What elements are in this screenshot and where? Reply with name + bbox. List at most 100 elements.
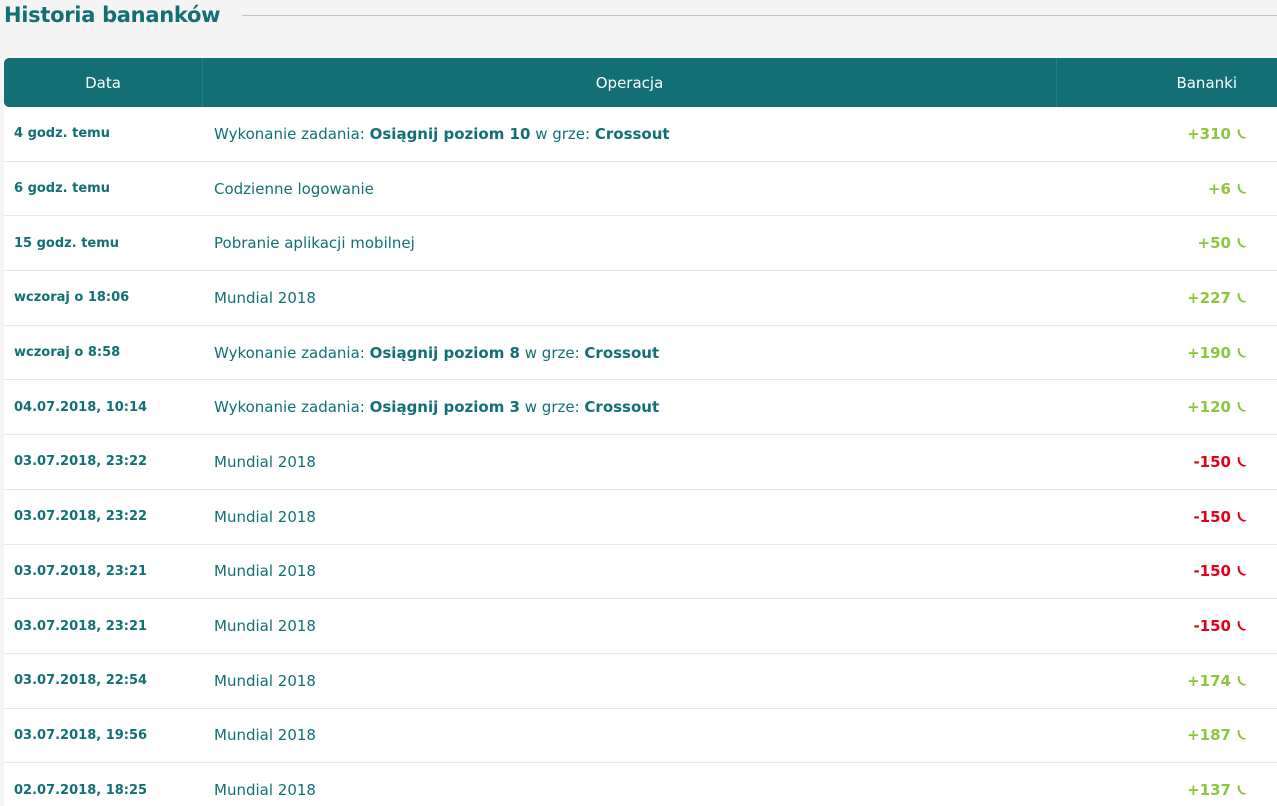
row-amount: +227 <box>1057 289 1277 307</box>
column-header-operation: Operacja <box>202 58 1057 107</box>
row-date: 03.07.2018, 23:21 <box>14 563 148 579</box>
table-row: 03.07.2018, 22:54 Mundial 2018 +174 <box>4 654 1277 709</box>
row-amount: +6 <box>1057 180 1277 198</box>
table-row: 04.07.2018, 10:14 Wykonanie zadania: Osią… <box>4 380 1277 436</box>
banana-icon <box>1237 238 1247 248</box>
row-amount: +174 <box>1057 672 1277 690</box>
row-operation: Mundial 2018 <box>202 453 1057 471</box>
row-operation: Codzienne logowanie <box>202 180 1057 198</box>
operation-text: Mundial 2018 <box>214 452 316 471</box>
row-operation: Wykonanie zadania: Osiągnij poziom 3 w g… <box>202 398 1057 416</box>
page: Historia bananków Data Operacja Bananki … <box>0 0 1277 806</box>
row-operation: Mundial 2018 <box>202 562 1057 580</box>
amount-value: -150 <box>1193 452 1231 471</box>
table-row: 03.07.2018, 23:21 Mundial 2018 -150 <box>4 599 1277 654</box>
game-name: Crossout <box>584 398 660 417</box>
operation-text: Mundial 2018 <box>214 671 316 690</box>
row-date: 03.07.2018, 22:54 <box>14 673 148 689</box>
operation-text: Mundial 2018 <box>214 781 316 800</box>
row-amount: +137 <box>1057 781 1277 799</box>
row-operation: Wykonanie zadania: Osiągnij poziom 8 w g… <box>202 344 1057 362</box>
amount-value: +227 <box>1187 288 1231 307</box>
row-date: 6 godz. temu <box>14 181 110 197</box>
banana-icon <box>1237 402 1247 412</box>
row-amount: -150 <box>1057 562 1277 580</box>
operation-text: Mundial 2018 <box>214 617 316 636</box>
row-amount: +190 <box>1057 344 1277 362</box>
row-date: 4 godz. temu <box>14 126 110 142</box>
table-row: 02.07.2018, 18:25 Mundial 2018 +137 <box>4 763 1277 806</box>
row-amount: -150 <box>1057 453 1277 471</box>
banana-icon <box>1237 128 1247 139</box>
table-row: 15 godz. temu Pobranie aplikacji mobilnej… <box>4 216 1277 272</box>
operation-text: Mundial 2018 <box>214 562 316 581</box>
banana-icon <box>1237 785 1247 795</box>
operation-text: Pobranie aplikacji mobilnej <box>214 234 415 253</box>
amount-value: +187 <box>1187 726 1231 745</box>
banana-icon <box>1237 456 1247 467</box>
table-row: 03.07.2018, 23:22 Mundial 2018 -150 <box>4 490 1277 545</box>
page-heading: Historia bananków <box>4 0 1277 30</box>
banana-icon <box>1237 292 1247 303</box>
table-row: wczoraj o 18:06 Mundial 2018 +227 <box>4 271 1277 326</box>
operation-prefix: Wykonanie zadania: <box>214 398 370 417</box>
row-operation: Pobranie aplikacji mobilnej <box>202 234 1057 252</box>
row-amount: -150 <box>1057 508 1277 526</box>
row-operation: Mundial 2018 <box>202 672 1057 690</box>
amount-value: +6 <box>1207 179 1231 198</box>
banana-icon <box>1237 183 1247 194</box>
table-row: 03.07.2018, 19:56 Mundial 2018 +187 <box>4 709 1277 764</box>
banana-icon <box>1237 621 1247 631</box>
row-date: 04.07.2018, 10:14 <box>14 399 148 415</box>
table-row: wczoraj o 8:58 Wykonanie zadania: Osiągni… <box>4 326 1277 381</box>
row-amount: +50 <box>1057 234 1277 252</box>
operation-prefix: Wykonanie zadania: <box>214 343 370 362</box>
table-body: 4 godz. temu Wykonanie zadania: Osiągnij … <box>4 107 1277 806</box>
game-name: Crossout <box>594 124 670 143</box>
amount-value: -150 <box>1193 617 1231 636</box>
row-date: 03.07.2018, 23:22 <box>14 509 148 525</box>
row-date: 03.07.2018, 23:21 <box>14 618 148 634</box>
amount-value: +120 <box>1187 398 1231 417</box>
table-row: 03.07.2018, 23:21 Mundial 2018 -150 <box>4 545 1277 600</box>
amount-value: +190 <box>1187 343 1231 362</box>
row-operation: Mundial 2018 <box>202 508 1057 526</box>
row-date: 03.07.2018, 23:22 <box>14 454 148 470</box>
banana-icon <box>1237 511 1247 522</box>
game-name: Crossout <box>584 343 660 362</box>
row-date: wczoraj o 18:06 <box>14 290 130 306</box>
amount-value: +50 <box>1197 234 1231 253</box>
operation-mid: w grze: <box>520 398 585 417</box>
row-operation: Wykonanie zadania: Osiągnij poziom 10 w … <box>202 125 1057 143</box>
row-operation: Mundial 2018 <box>202 781 1057 799</box>
table-row: 6 godz. temu Codzienne logowanie +6 <box>4 162 1277 217</box>
amount-value: +137 <box>1187 781 1231 800</box>
row-date: wczoraj o 8:58 <box>14 345 121 361</box>
row-date: 15 godz. temu <box>14 235 120 251</box>
task-name: Osiągnij poziom 3 <box>369 398 520 417</box>
operation-text: Mundial 2018 <box>214 726 316 745</box>
banana-icon <box>1237 730 1247 741</box>
column-header-date: Data <box>85 73 121 92</box>
task-name: Osiągnij poziom 8 <box>369 343 520 362</box>
row-date: 03.07.2018, 19:56 <box>14 727 148 743</box>
task-name: Osiągnij poziom 10 <box>369 124 531 143</box>
row-amount: +310 <box>1057 125 1277 143</box>
row-operation: Mundial 2018 <box>202 726 1057 744</box>
table-row: 03.07.2018, 23:22 Mundial 2018 -150 <box>4 435 1277 490</box>
row-amount: +120 <box>1057 398 1277 416</box>
row-operation: Mundial 2018 <box>202 289 1057 307</box>
operation-text: Codzienne logowanie <box>214 179 374 198</box>
operation-mid: w grze: <box>520 343 585 362</box>
row-amount: +187 <box>1057 726 1277 744</box>
history-table: Data Operacja Bananki 4 godz. temu Wykona… <box>4 58 1277 806</box>
banana-icon <box>1237 566 1247 576</box>
amount-value: -150 <box>1193 507 1231 526</box>
row-amount: -150 <box>1057 617 1277 635</box>
banana-icon <box>1237 347 1247 358</box>
row-operation: Mundial 2018 <box>202 617 1057 635</box>
operation-text: Mundial 2018 <box>214 507 316 526</box>
operation-text: Mundial 2018 <box>214 288 316 307</box>
banana-icon <box>1237 675 1247 686</box>
operation-prefix: Wykonanie zadania: <box>214 124 370 143</box>
